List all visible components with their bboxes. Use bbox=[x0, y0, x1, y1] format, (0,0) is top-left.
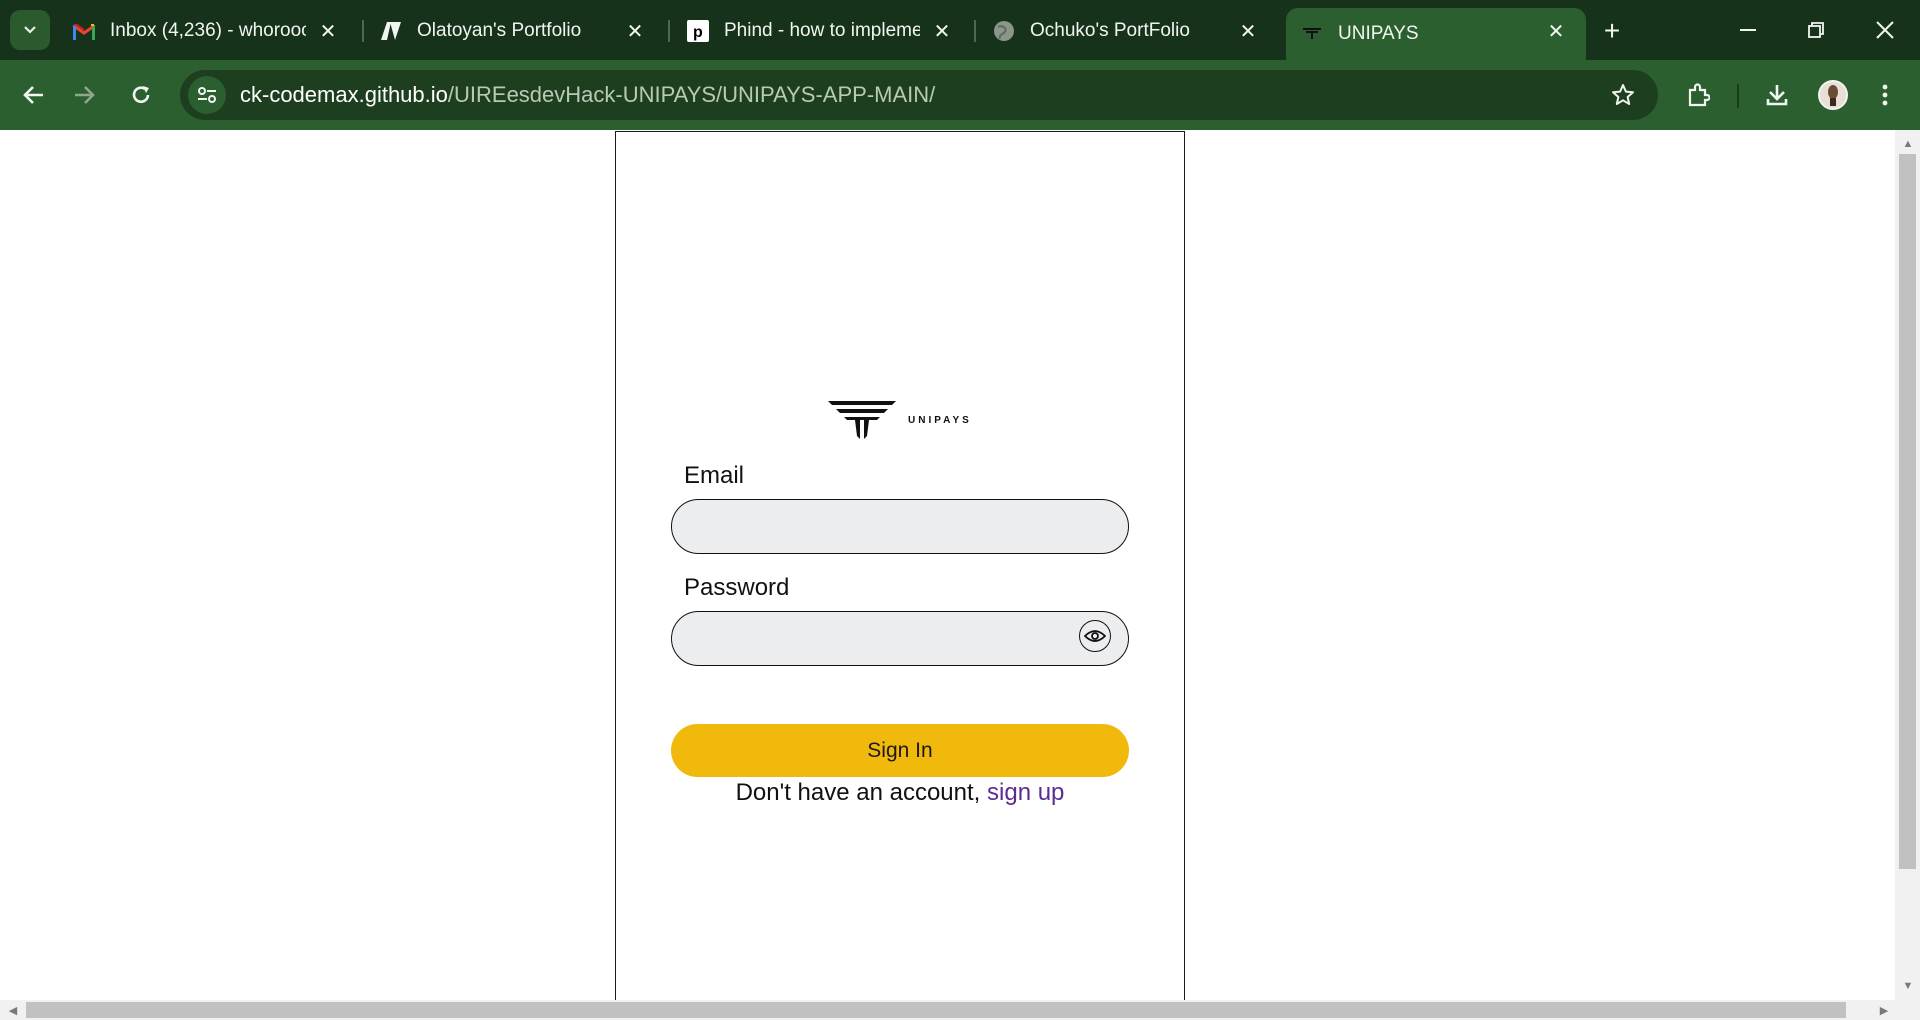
email-label: Email bbox=[684, 462, 745, 489]
phind-icon: p bbox=[686, 19, 710, 43]
tab-title: Inbox (4,236) - whoroocho bbox=[110, 20, 306, 41]
unipays-icon bbox=[1300, 22, 1324, 46]
reload-icon bbox=[132, 86, 150, 104]
browser-menu-button[interactable] bbox=[1866, 76, 1904, 114]
tab-title: Ochuko's PortFolio bbox=[1030, 20, 1190, 41]
reload-button[interactable] bbox=[122, 76, 160, 114]
download-icon bbox=[1766, 85, 1788, 106]
signup-prompt-text: Don't have an account, bbox=[735, 779, 988, 806]
puzzle-icon bbox=[1688, 83, 1710, 107]
signup-prompt: Don't have an account, sign up bbox=[616, 779, 1184, 807]
gmail-icon bbox=[72, 19, 96, 43]
horizontal-scrollbar-thumb[interactable] bbox=[26, 1002, 1846, 1018]
tab-title: Phind - how to implemen bbox=[724, 20, 920, 41]
url-path: /UIREesdevHack-UNIPAYS/UNIPAYS-APP-MAIN/ bbox=[447, 82, 936, 107]
svg-text:p: p bbox=[693, 24, 703, 41]
bookmark-star-button[interactable] bbox=[1608, 80, 1638, 110]
restore-button[interactable] bbox=[1796, 10, 1836, 50]
tab-title: Olatoyan's Portfolio bbox=[417, 20, 582, 41]
tab-separator bbox=[362, 20, 364, 42]
minimize-icon bbox=[1740, 29, 1756, 31]
tab-separator bbox=[668, 20, 670, 42]
url-domain: ck-codemax.github.io bbox=[240, 82, 448, 107]
tab-strip: Inbox (4,236) - whoroocho ✕ Olatoyan's P… bbox=[0, 0, 1920, 60]
close-icon bbox=[1876, 21, 1894, 39]
avatar-icon bbox=[1828, 85, 1838, 106]
address-bar[interactable]: ck-codemax.github.io/UIREesdevHack-UNIPA… bbox=[180, 70, 1658, 120]
star-icon bbox=[1612, 84, 1634, 105]
tab-gmail[interactable]: Inbox (4,236) - whoroocho ✕ bbox=[58, 8, 358, 54]
browser-window: Inbox (4,236) - whoroocho ✕ Olatoyan's P… bbox=[0, 0, 1920, 1020]
scroll-up-icon[interactable]: ▲ bbox=[1898, 134, 1918, 154]
login-card: UNIPAYS Email Password Sign In Don't hav… bbox=[615, 131, 1185, 1001]
tab-olatoyan-portfolio[interactable]: Olatoyan's Portfolio ✕ bbox=[365, 8, 665, 54]
vertical-scrollbar-thumb[interactable] bbox=[1899, 154, 1916, 869]
arrow-right-icon bbox=[75, 86, 95, 104]
new-tab-button[interactable]: + bbox=[1595, 14, 1629, 48]
profile-avatar[interactable] bbox=[1818, 80, 1848, 110]
tab-unipays[interactable]: UNIPAYS ✕ bbox=[1286, 8, 1586, 60]
tune-icon bbox=[198, 87, 216, 103]
close-window-button[interactable] bbox=[1865, 10, 1905, 50]
scroll-down-icon[interactable]: ▼ bbox=[1898, 976, 1918, 996]
password-field[interactable] bbox=[671, 611, 1129, 666]
email-field[interactable] bbox=[671, 499, 1129, 554]
logo-wordmark: UNIPAYS bbox=[908, 414, 972, 426]
unipays-logo: UNIPAYS bbox=[828, 397, 978, 443]
close-icon[interactable]: ✕ bbox=[930, 19, 954, 43]
close-icon[interactable]: ✕ bbox=[1544, 19, 1568, 43]
globe-icon bbox=[992, 19, 1016, 43]
toggle-password-visibility[interactable] bbox=[1079, 620, 1111, 652]
page-viewport: UNIPAYS Email Password Sign In Don't hav… bbox=[0, 130, 1920, 1020]
restore-icon bbox=[1808, 22, 1824, 38]
browser-toolbar: ck-codemax.github.io/UIREesdevHack-UNIPA… bbox=[0, 60, 1920, 130]
tab-title: UNIPAYS bbox=[1338, 23, 1419, 44]
close-icon[interactable]: ✕ bbox=[316, 19, 340, 43]
scroll-left-icon[interactable]: ◀ bbox=[3, 1000, 23, 1020]
sign-in-button[interactable]: Sign In bbox=[671, 724, 1129, 777]
eye-icon bbox=[1084, 630, 1106, 642]
tab-separator bbox=[974, 20, 976, 42]
minimize-button[interactable] bbox=[1728, 10, 1768, 50]
scroll-right-icon[interactable]: ▶ bbox=[1874, 1000, 1894, 1020]
unipays-logo-icon bbox=[828, 401, 896, 439]
tab-search-button[interactable] bbox=[10, 10, 50, 50]
tab-ochuko-portfolio[interactable]: Ochuko's PortFolio ✕ bbox=[978, 8, 1278, 54]
back-button[interactable] bbox=[14, 76, 52, 114]
arrow-left-icon bbox=[23, 86, 43, 104]
sign-up-link[interactable]: sign up bbox=[987, 779, 1064, 806]
url-text[interactable]: ck-codemax.github.io/UIREesdevHack-UNIPA… bbox=[240, 82, 935, 108]
toolbar-divider bbox=[1737, 84, 1739, 108]
portfolio-logo-icon bbox=[379, 19, 403, 43]
password-label: Password bbox=[684, 574, 790, 601]
chevron-down-icon bbox=[24, 26, 36, 34]
close-icon[interactable]: ✕ bbox=[1236, 19, 1260, 43]
site-info-button[interactable] bbox=[188, 76, 226, 114]
close-icon[interactable]: ✕ bbox=[623, 19, 647, 43]
tab-phind[interactable]: p Phind - how to implemen ✕ bbox=[672, 8, 972, 54]
downloads-button[interactable] bbox=[1758, 76, 1796, 114]
extensions-button[interactable] bbox=[1679, 76, 1717, 114]
more-vert-icon bbox=[1882, 84, 1888, 106]
forward-button[interactable] bbox=[66, 76, 104, 114]
